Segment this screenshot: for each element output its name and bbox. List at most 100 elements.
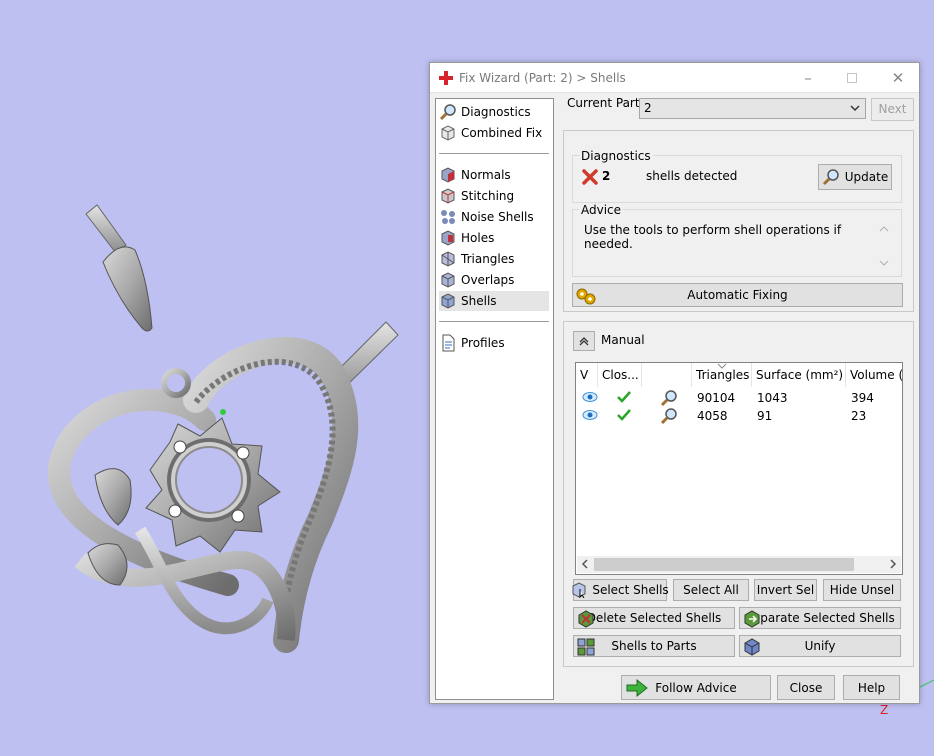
nav-label: Profiles xyxy=(461,336,505,350)
unify-button[interactable]: Unify xyxy=(739,635,901,657)
manual-label: Manual xyxy=(601,333,645,347)
maximize-icon[interactable] xyxy=(840,68,864,88)
green-arrow-icon xyxy=(626,679,648,697)
nav-label: Normals xyxy=(461,168,511,182)
magnifier-icon xyxy=(822,169,839,186)
current-part-value: 2 xyxy=(644,101,652,115)
column-header-volume[interactable]: Volume ( xyxy=(846,363,902,387)
select-all-button[interactable]: Select All xyxy=(673,579,749,601)
nav-label: Shells xyxy=(461,294,497,308)
holes-cube-icon xyxy=(441,230,455,246)
gears-icon xyxy=(576,288,596,305)
nav-label: Triangles xyxy=(461,252,515,266)
separate-cube-icon xyxy=(744,610,760,628)
window-title: Fix Wizard (Part: 2) > Shells xyxy=(459,71,626,85)
collapse-manual-button[interactable] xyxy=(573,331,595,351)
delete-selected-shells-button[interactable]: Delete Selected Shells xyxy=(573,607,735,629)
horizontal-scrollbar[interactable] xyxy=(577,556,901,573)
close-button[interactable]: Close xyxy=(777,675,835,700)
triangles-cell: 90104 xyxy=(697,391,736,405)
follow-advice-button[interactable]: Follow Advice xyxy=(621,675,771,700)
select-shells-label: Select Shells xyxy=(592,583,669,597)
triangles-cell: 4058 xyxy=(697,409,728,423)
noise-shells-icon xyxy=(441,210,455,224)
nav-label: Overlaps xyxy=(461,273,515,287)
surface-cell: 91 xyxy=(757,409,773,423)
diagnostics-group-title: Diagnostics xyxy=(579,149,653,163)
scroll-thumb[interactable] xyxy=(594,558,854,571)
volume-cell: 394 xyxy=(851,391,874,405)
table-row[interactable]: 90104 1043 394 xyxy=(576,389,902,407)
magnifier-icon[interactable] xyxy=(660,407,678,425)
advice-group-title: Advice xyxy=(579,203,624,217)
nav-holes[interactable]: Holes xyxy=(439,228,549,248)
nav-label: Noise Shells xyxy=(461,210,534,224)
nav-label: Stitching xyxy=(461,189,515,203)
cube-icon xyxy=(441,125,455,141)
title-bar[interactable]: Fix Wizard (Part: 2) > Shells – ✕ xyxy=(430,63,919,93)
advice-text: Use the tools to perform shell operation… xyxy=(584,223,842,251)
scroll-right-icon[interactable] xyxy=(888,559,898,569)
cone-shell[interactable] xyxy=(85,204,153,332)
nav-noise-shells[interactable]: Noise Shells xyxy=(439,207,549,227)
table-row[interactable]: 4058 91 23 xyxy=(576,407,902,425)
separate-selected-shells-button[interactable]: Separate Selected Shells xyxy=(739,607,901,629)
shell-count: 2 xyxy=(602,169,611,183)
normals-cube-icon xyxy=(441,167,455,183)
column-header-tool[interactable] xyxy=(642,363,692,387)
scroll-left-icon[interactable] xyxy=(580,559,590,569)
eye-icon[interactable] xyxy=(582,391,598,403)
column-header-surface[interactable]: Surface (mm²) xyxy=(752,363,846,387)
select-shells-button[interactable]: Select Shells xyxy=(572,579,669,601)
axis-z-label: Z xyxy=(880,703,888,717)
nav-label: Combined Fix xyxy=(461,126,543,140)
update-label: Update xyxy=(844,170,889,184)
shells-to-parts-button[interactable]: Shells to Parts xyxy=(573,635,735,657)
volume-cell: 23 xyxy=(851,409,867,423)
sort-indicator-icon xyxy=(717,363,727,369)
help-button[interactable]: Help xyxy=(843,675,900,700)
update-button[interactable]: Update xyxy=(818,164,892,190)
chevron-down-icon xyxy=(850,105,860,112)
flower-setting[interactable] xyxy=(145,409,281,553)
separate-selected-shells-label: Separate Selected Shells xyxy=(745,611,895,625)
nav-normals[interactable]: Normals xyxy=(439,165,549,185)
nav-triangles[interactable]: Triangles xyxy=(439,249,549,269)
next-button[interactable]: Next xyxy=(871,98,914,121)
nav-overlaps[interactable]: Overlaps xyxy=(439,270,549,290)
delete-cube-icon xyxy=(578,610,594,628)
chevron-up-icon xyxy=(579,337,589,346)
nav-diagnostics[interactable]: Diagnostics xyxy=(439,102,549,122)
nav-label: Diagnostics xyxy=(461,105,531,119)
shells-table[interactable]: V Clos... Triangles Surface (mm²) Volume… xyxy=(575,362,903,575)
fix-wizard-window: Fix Wizard (Part: 2) > Shells – ✕ Diagno… xyxy=(429,62,920,704)
delete-selected-shells-label: Delete Selected Shells xyxy=(586,611,722,625)
current-part-label: Current Part: xyxy=(567,96,644,110)
checkmark-icon xyxy=(617,409,631,421)
unify-label: Unify xyxy=(804,639,836,653)
shells-to-parts-icon xyxy=(577,638,595,656)
nav-label: Holes xyxy=(461,231,495,245)
advice-scrollbar[interactable] xyxy=(878,223,890,269)
column-header-visible[interactable]: V xyxy=(576,363,598,387)
hide-unselected-button[interactable]: Hide Unsel xyxy=(823,579,901,601)
shells-cube-icon xyxy=(441,293,455,309)
nav-divider xyxy=(439,321,549,322)
current-part-select[interactable]: 2 xyxy=(639,98,866,119)
checkmark-icon xyxy=(617,391,631,403)
minimize-icon[interactable]: – xyxy=(796,68,820,88)
magnifier-icon[interactable] xyxy=(660,389,678,407)
overlaps-cube-icon xyxy=(441,272,455,288)
nav-profiles[interactable]: Profiles xyxy=(439,333,549,353)
automatic-fixing-button[interactable]: Automatic Fixing xyxy=(572,283,903,307)
eye-icon[interactable] xyxy=(582,409,598,421)
close-icon[interactable]: ✕ xyxy=(886,68,910,88)
magnifier-icon xyxy=(439,104,456,121)
nav-shells[interactable]: Shells xyxy=(439,291,549,311)
error-x-icon xyxy=(582,169,598,185)
nav-combined-fix[interactable]: Combined Fix xyxy=(439,123,549,143)
column-header-closed[interactable]: Clos... xyxy=(598,363,642,387)
invert-selection-button[interactable]: Invert Sel xyxy=(754,579,817,601)
follow-advice-label: Follow Advice xyxy=(655,680,737,695)
nav-stitching[interactable]: Stitching xyxy=(439,186,549,206)
